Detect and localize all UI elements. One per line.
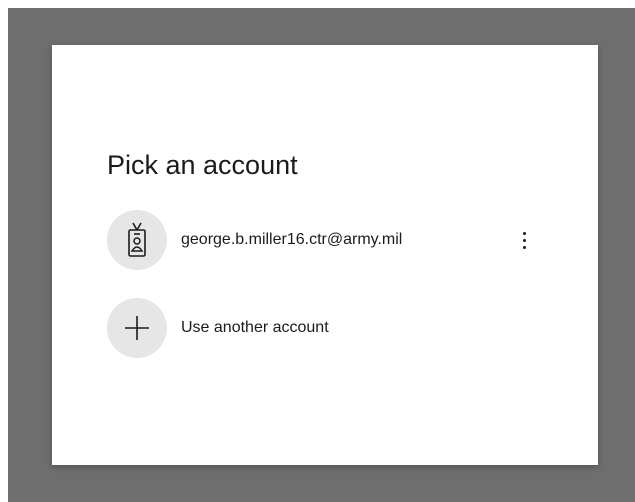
- account-tile[interactable]: george.b.miller16.ctr@army.mil: [107, 210, 547, 270]
- account-email: george.b.miller16.ctr@army.mil: [181, 231, 403, 248]
- dialog-title: Pick an account: [107, 150, 298, 180]
- account-picker-dialog: Pick an account george.b.miller16.ctr@ar…: [52, 45, 598, 465]
- use-another-account-label: Use another account: [181, 319, 329, 336]
- add-account-avatar: [107, 298, 167, 358]
- more-vertical-icon: [522, 231, 526, 249]
- id-badge-icon: [128, 222, 146, 257]
- account-avatar: [107, 210, 167, 270]
- plus-icon: [125, 316, 149, 340]
- use-another-account-button[interactable]: Use another account: [107, 298, 547, 358]
- more-options-button[interactable]: [512, 222, 536, 258]
